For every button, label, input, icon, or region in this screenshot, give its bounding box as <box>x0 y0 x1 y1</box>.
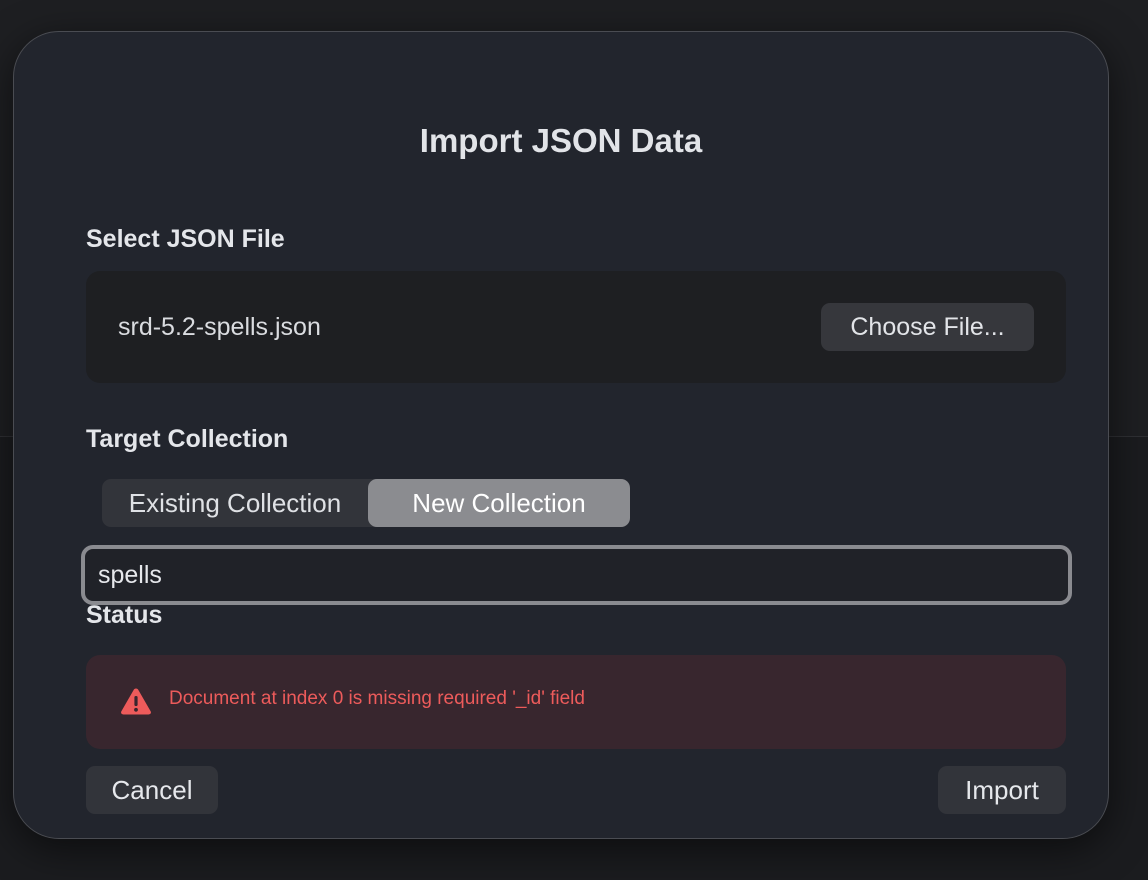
collection-mode-segmented-control: Existing Collection New Collection <box>102 479 630 527</box>
segment-existing-collection[interactable]: Existing Collection <box>102 479 368 527</box>
collection-name-field-wrapper <box>81 545 1072 605</box>
cancel-button[interactable]: Cancel <box>86 766 218 814</box>
status-error-message: Document at index 0 is missing required … <box>169 688 585 709</box>
status-error-panel: Document at index 0 is missing required … <box>86 655 1066 749</box>
import-button[interactable]: Import <box>938 766 1066 814</box>
status-label: Status <box>86 601 163 629</box>
collection-name-input[interactable] <box>85 549 1068 601</box>
file-picker-panel: srd-5.2-spells.json Choose File... <box>86 271 1066 383</box>
dialog-title: Import JSON Data <box>419 122 703 159</box>
warning-triangle-icon <box>121 688 151 715</box>
import-json-dialog: Import JSON Data Select JSON File srd-5.… <box>13 31 1109 839</box>
segment-new-collection[interactable]: New Collection <box>368 479 630 527</box>
choose-file-button[interactable]: Choose File... <box>821 303 1034 351</box>
target-collection-label: Target Collection <box>86 425 289 453</box>
select-file-label: Select JSON File <box>86 225 285 253</box>
selected-file-name: srd-5.2-spells.json <box>118 313 321 341</box>
